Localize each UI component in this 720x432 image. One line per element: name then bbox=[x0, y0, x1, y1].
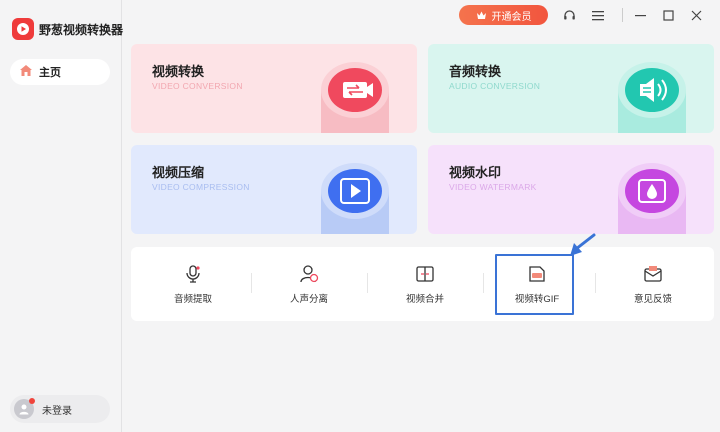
headset-icon bbox=[563, 9, 575, 19]
microphone-icon bbox=[186, 264, 200, 283]
tool-feedback[interactable]: 意见反馈 bbox=[595, 247, 711, 321]
sidebar-item-label: 主页 bbox=[39, 67, 61, 79]
audio-convert-icon bbox=[618, 62, 686, 133]
minimize-button[interactable] bbox=[630, 5, 650, 25]
support-button[interactable] bbox=[559, 5, 579, 25]
video-compress-icon bbox=[321, 163, 389, 234]
crown-icon bbox=[476, 11, 486, 19]
card-subtitle: VIDEO COMPRESSION bbox=[152, 182, 250, 192]
card-subtitle: VIDEO CONVERSION bbox=[152, 81, 243, 91]
card-video-conversion[interactable]: 视频转换 VIDEO CONVERSION bbox=[131, 44, 417, 133]
tool-label: 音频提取 bbox=[173, 293, 212, 305]
app-title: 野葱视频转换器 bbox=[39, 22, 124, 37]
minimize-icon bbox=[634, 14, 646, 16]
menu-icon bbox=[592, 10, 604, 20]
video-convert-icon bbox=[321, 62, 389, 133]
card-subtitle: VIDEO WATERMARK bbox=[449, 182, 537, 192]
watermark-icon bbox=[618, 163, 686, 234]
video-merge-icon bbox=[416, 265, 434, 282]
login-label: 未登录 bbox=[42, 405, 72, 417]
maximize-button[interactable] bbox=[658, 5, 678, 25]
vip-label: 开通会员 bbox=[491, 11, 532, 23]
highlight-box bbox=[495, 254, 574, 315]
card-title: 视频转换 bbox=[152, 64, 205, 79]
login-button[interactable]: 未登录 bbox=[10, 395, 110, 423]
pointer-arrow-icon bbox=[570, 233, 596, 256]
voice-separation-icon bbox=[300, 264, 319, 282]
card-title: 视频水印 bbox=[449, 165, 502, 180]
tool-label: 意见反馈 bbox=[633, 293, 672, 305]
tool-audio-extract[interactable]: 音频提取 bbox=[135, 247, 251, 321]
card-audio-conversion[interactable]: 音频转换 AUDIO CONVERSION bbox=[428, 44, 714, 133]
vip-button[interactable]: 开通会员 bbox=[459, 5, 548, 25]
tool-strip: 音频提取 人声分离 视频合并 视频转GIF 意见反馈 bbox=[131, 247, 714, 321]
tool-voice-separation[interactable]: 人声分离 bbox=[251, 247, 367, 321]
tool-label: 视频合并 bbox=[405, 293, 444, 305]
home-icon bbox=[19, 64, 33, 80]
menu-button[interactable] bbox=[588, 5, 608, 25]
close-icon bbox=[691, 10, 701, 20]
tool-video-merge[interactable]: 视频合并 bbox=[367, 247, 483, 321]
card-title: 视频压缩 bbox=[152, 165, 205, 180]
titlebar-divider bbox=[622, 8, 623, 22]
maximize-icon bbox=[662, 9, 674, 21]
sidebar-item-home[interactable]: 主页 bbox=[10, 59, 110, 85]
user-icon bbox=[19, 404, 29, 415]
feedback-mail-icon bbox=[644, 265, 662, 282]
close-button[interactable] bbox=[686, 5, 706, 25]
app-logo: 野葱视频转换器 bbox=[12, 18, 123, 40]
notification-dot bbox=[29, 398, 35, 404]
card-video-compression[interactable]: 视频压缩 VIDEO COMPRESSION bbox=[131, 145, 417, 234]
sidebar: 野葱视频转换器 主页 未登录 bbox=[0, 0, 123, 432]
avatar bbox=[14, 398, 35, 419]
app-logo-icon bbox=[12, 18, 34, 40]
card-video-watermark[interactable]: 视频水印 VIDEO WATERMARK bbox=[428, 145, 714, 234]
tool-label: 人声分离 bbox=[289, 293, 328, 305]
card-subtitle: AUDIO CONVERSION bbox=[449, 81, 541, 91]
card-title: 音频转换 bbox=[449, 64, 502, 79]
